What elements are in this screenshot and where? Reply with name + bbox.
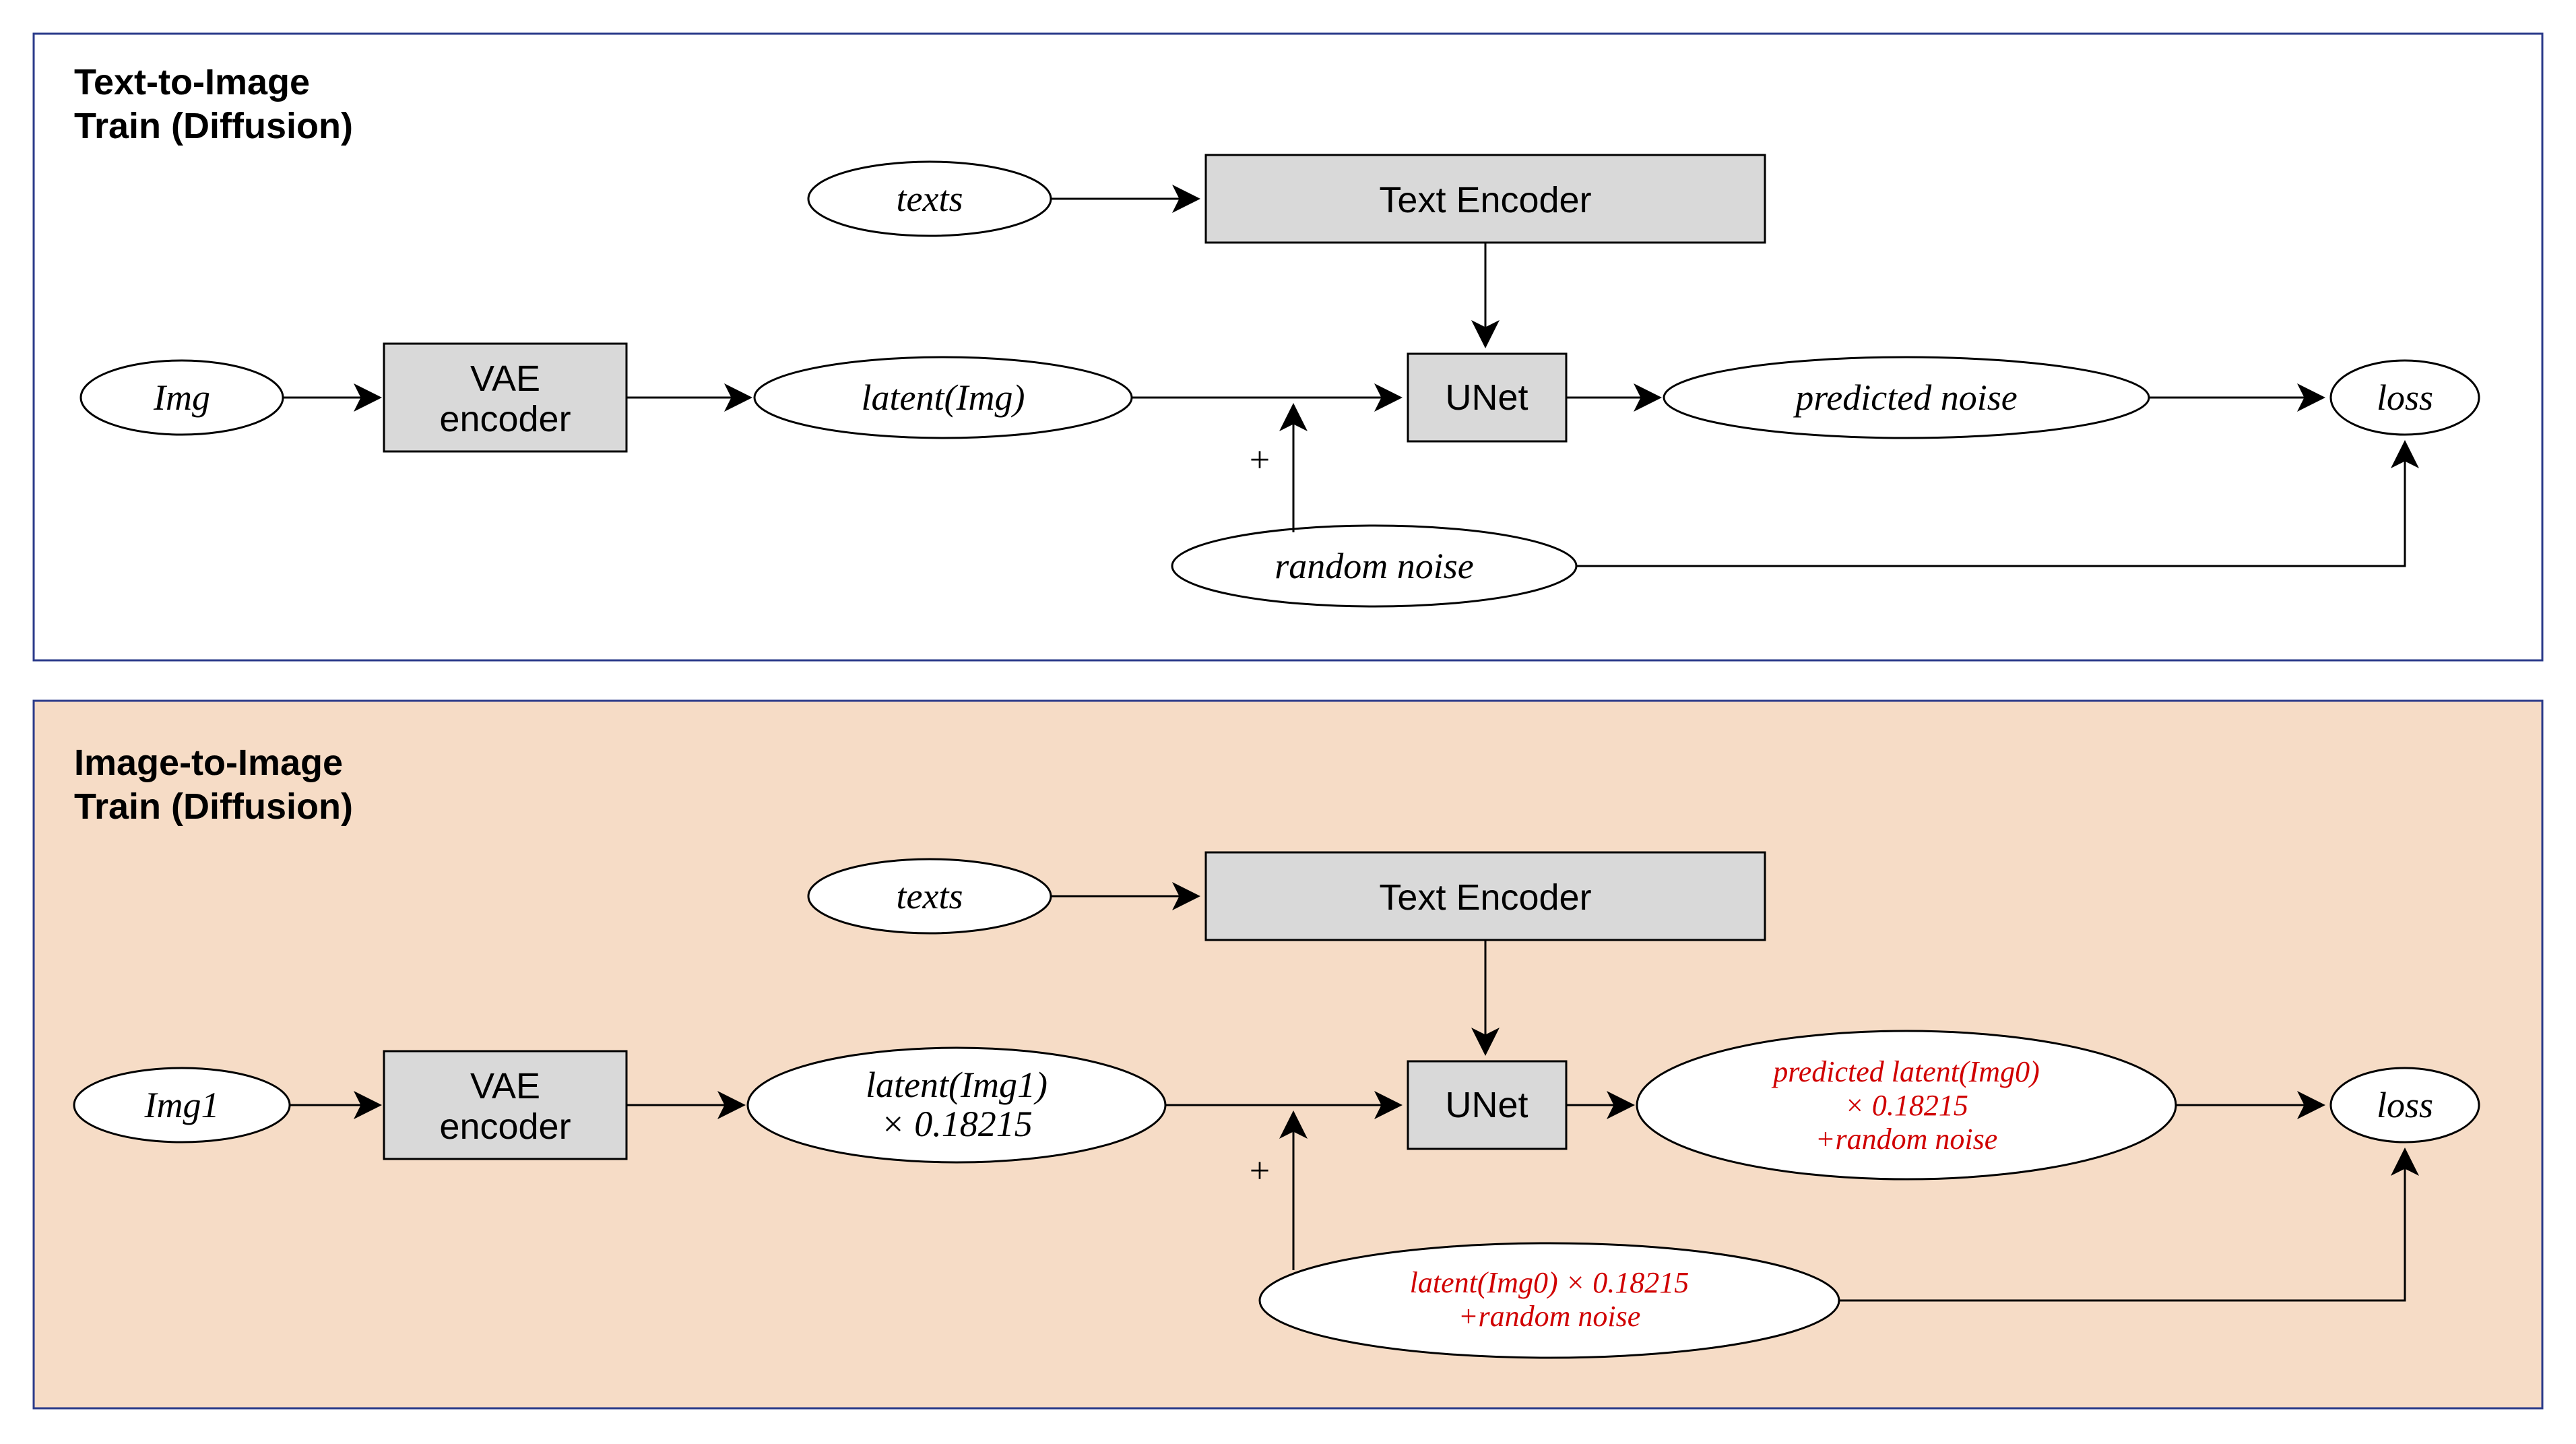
bottom-img-label: Img1 <box>144 1085 220 1125</box>
bottom-title-1: Image-to-Image <box>74 743 343 783</box>
bottom-loss-label: loss <box>2377 1085 2433 1125</box>
bottom-vae-label-1: VAE <box>470 1066 540 1106</box>
top-random-noise-label: random noise <box>1275 546 1474 586</box>
bottom-noise-label-1: latent(Img0) × 0.18215 <box>1410 1266 1689 1299</box>
top-title-1: Text-to-Image <box>74 62 310 102</box>
top-latent-label: latent(Img) <box>862 377 1025 418</box>
top-text-encoder-label: Text Encoder <box>1379 180 1591 220</box>
bottom-vae-label-2: encoder <box>439 1106 571 1147</box>
bottom-title-2: Train (Diffusion) <box>74 786 353 827</box>
bottom-noise-label-2: +random noise <box>1458 1300 1640 1333</box>
bottom-texts-label: texts <box>897 876 963 916</box>
top-plus: + <box>1250 439 1270 480</box>
bottom-predicted-label-2: × 0.18215 <box>1844 1089 1968 1122</box>
top-texts-label: texts <box>897 179 963 219</box>
bottom-predicted-label-3: +random noise <box>1815 1123 1997 1156</box>
top-predicted-noise-label: predicted noise <box>1793 377 2017 418</box>
bottom-text-encoder-label: Text Encoder <box>1379 877 1591 918</box>
bottom-latent-label-1: latent(Img1) <box>866 1065 1048 1105</box>
bottom-predicted-label-1: predicted latent(Img0) <box>1771 1055 2039 1088</box>
top-unet-label: UNet <box>1445 377 1528 418</box>
top-vae-label-1: VAE <box>470 358 540 399</box>
top-img-label: Img <box>153 377 210 418</box>
top-title-2: Train (Diffusion) <box>74 106 353 146</box>
bottom-unet-label: UNet <box>1445 1085 1528 1125</box>
bottom-plus: + <box>1250 1150 1270 1191</box>
top-arrow-noise-loss <box>1576 445 2405 566</box>
bottom-latent-label-2: × 0.18215 <box>880 1104 1032 1144</box>
top-vae-label-2: encoder <box>439 399 571 439</box>
top-loss-label: loss <box>2377 377 2433 418</box>
